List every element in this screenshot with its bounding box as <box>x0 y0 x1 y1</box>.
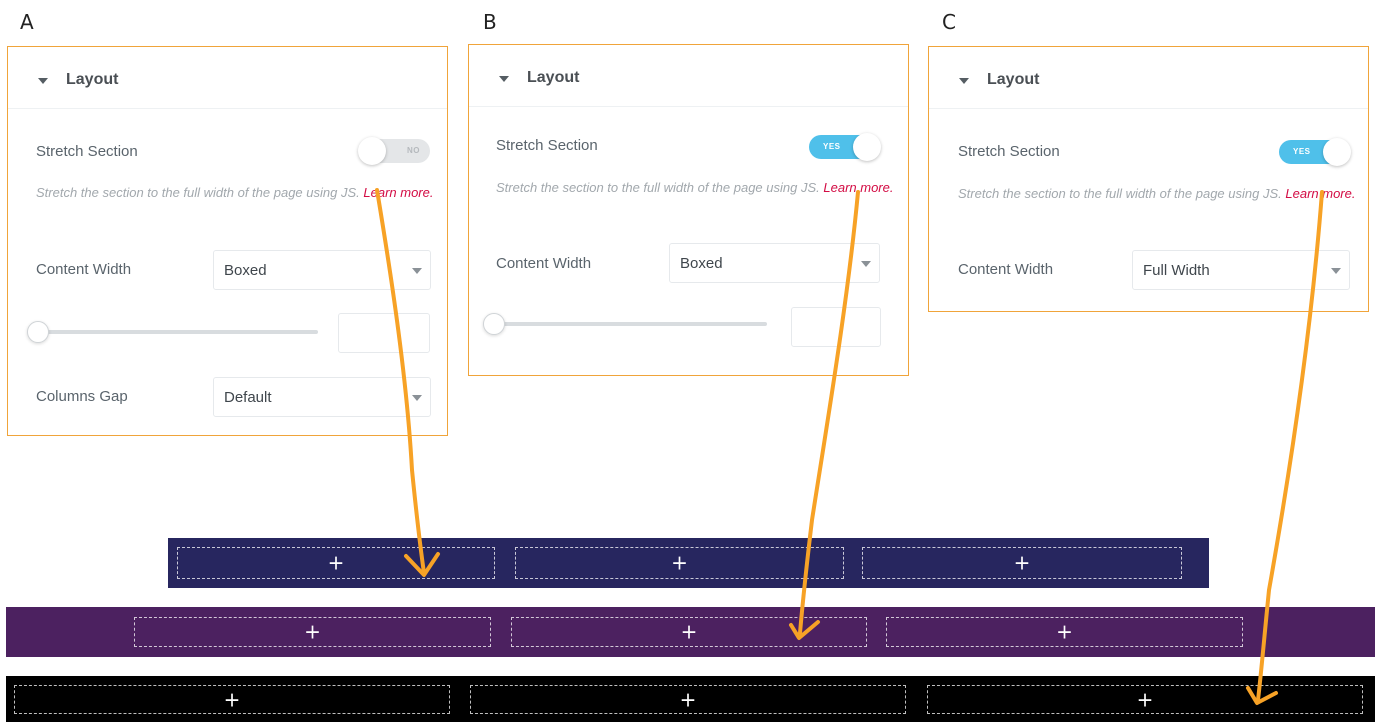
caret-down-icon <box>38 78 48 84</box>
content-width-slider-handle[interactable] <box>483 313 505 335</box>
plus-icon[interactable]: + <box>680 689 697 709</box>
add-column-cell[interactable]: + <box>134 617 491 647</box>
stretch-section-label: Stretch Section <box>958 143 1060 160</box>
content-width-value: Full Width <box>1143 262 1210 279</box>
add-column-cell[interactable]: + <box>862 547 1182 579</box>
columns-gap-value: Default <box>224 389 272 406</box>
stretch-section-toggle[interactable]: NO <box>358 137 430 165</box>
layout-title: Layout <box>527 69 580 86</box>
columns-gap-select[interactable]: Default <box>213 377 431 417</box>
stretch-description: Stretch the section to the full width of… <box>496 176 896 199</box>
layout-section-header[interactable]: Layout <box>8 47 447 109</box>
caret-down-icon <box>959 78 969 84</box>
content-width-slider-handle[interactable] <box>27 321 49 343</box>
content-width-select[interactable]: Boxed <box>213 250 431 290</box>
columns-gap-label: Columns Gap <box>36 388 128 405</box>
learn-more-link[interactable]: Learn more. <box>363 185 433 200</box>
content-width-select[interactable]: Full Width <box>1132 250 1350 290</box>
dropdown-arrow-icon <box>412 395 422 401</box>
add-column-cell[interactable]: + <box>177 547 495 579</box>
content-width-value: Boxed <box>680 255 723 272</box>
stretch-section-toggle[interactable]: YES <box>1279 138 1351 166</box>
toggle-text: YES <box>1293 147 1311 156</box>
stretched-full-width-section: + + + <box>6 676 1375 722</box>
stretch-section-toggle[interactable]: YES <box>809 133 881 161</box>
add-column-cell[interactable]: + <box>511 617 867 647</box>
layout-panel-c: Layout Stretch Section YES Stretch the s… <box>928 46 1369 312</box>
plus-icon[interactable]: + <box>224 689 241 709</box>
panel-label-a: A <box>20 10 34 34</box>
plus-icon[interactable]: + <box>671 552 688 572</box>
toggle-knob <box>1323 138 1351 166</box>
stretch-description-text: Stretch the section to the full width of… <box>958 186 1282 201</box>
panel-label-c: C <box>942 10 956 34</box>
layout-title: Layout <box>66 71 119 88</box>
plus-icon[interactable]: + <box>328 552 345 572</box>
content-width-label: Content Width <box>958 261 1054 278</box>
toggle-knob <box>358 137 386 165</box>
content-width-slider-track[interactable] <box>38 330 318 334</box>
stretch-description-text: Stretch the section to the full width of… <box>36 185 360 200</box>
content-width-number-input[interactable] <box>338 313 430 353</box>
content-width-value: Boxed <box>224 262 267 279</box>
layout-section-header[interactable]: Layout <box>469 45 908 107</box>
content-width-label: Content Width <box>496 255 592 272</box>
layout-title: Layout <box>987 71 1040 88</box>
panel-label-b: B <box>483 10 497 34</box>
learn-more-link[interactable]: Learn more. <box>1285 186 1355 201</box>
boxed-section: + + + <box>168 538 1209 588</box>
dropdown-arrow-icon <box>861 261 871 267</box>
add-column-cell[interactable]: + <box>886 617 1243 647</box>
add-column-cell[interactable]: + <box>14 685 450 714</box>
plus-icon[interactable]: + <box>1014 552 1031 572</box>
stretch-description-text: Stretch the section to the full width of… <box>496 180 820 195</box>
toggle-text: NO <box>407 146 420 155</box>
content-width-select[interactable]: Boxed <box>669 243 880 283</box>
stretch-section-label: Stretch Section <box>36 143 138 160</box>
dropdown-arrow-icon <box>1331 268 1341 274</box>
add-column-cell[interactable]: + <box>515 547 844 579</box>
stretch-description: Stretch the section to the full width of… <box>958 182 1358 205</box>
toggle-knob <box>853 133 881 161</box>
plus-icon[interactable]: + <box>1056 621 1073 641</box>
layout-panel-b: Layout Stretch Section YES Stretch the s… <box>468 44 909 376</box>
caret-down-icon <box>499 76 509 82</box>
plus-icon[interactable]: + <box>681 621 698 641</box>
stretch-section-label: Stretch Section <box>496 137 598 154</box>
add-column-cell[interactable]: + <box>927 685 1363 714</box>
learn-more-link[interactable]: Learn more. <box>823 180 893 195</box>
plus-icon[interactable]: + <box>304 621 321 641</box>
dropdown-arrow-icon <box>412 268 422 274</box>
content-width-number-input[interactable] <box>791 307 881 347</box>
content-width-label: Content Width <box>36 261 132 278</box>
layout-section-header[interactable]: Layout <box>929 47 1368 109</box>
add-column-cell[interactable]: + <box>470 685 906 714</box>
content-width-slider-track[interactable] <box>497 322 767 326</box>
toggle-text: YES <box>823 142 841 151</box>
stretch-description: Stretch the section to the full width of… <box>36 181 436 204</box>
plus-icon[interactable]: + <box>1137 689 1154 709</box>
layout-panel-a: Layout Stretch Section NO Stretch the se… <box>7 46 448 436</box>
stretched-boxed-section: + + + <box>6 607 1375 657</box>
